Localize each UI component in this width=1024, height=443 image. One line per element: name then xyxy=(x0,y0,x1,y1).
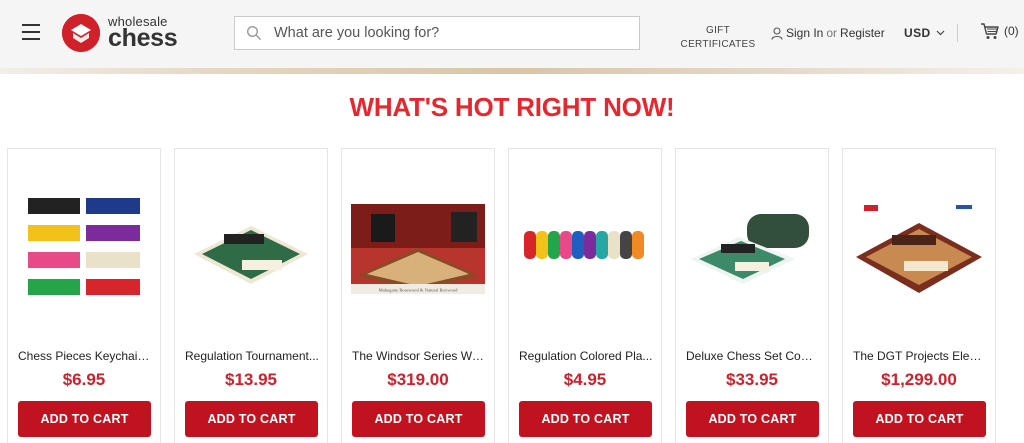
product-name[interactable]: Regulation Tournament... xyxy=(185,349,319,363)
currency-selector[interactable]: USD xyxy=(904,26,945,40)
logo-text-big: chess xyxy=(108,24,178,52)
product-price: $4.95 xyxy=(563,370,607,389)
add-to-cart-button[interactable]: ADD TO CART xyxy=(686,401,819,437)
product-name[interactable]: Deluxe Chess Set Com... xyxy=(686,349,820,363)
header-divider xyxy=(957,24,958,42)
logo-mark-icon xyxy=(62,14,100,52)
product-price: $13.95 xyxy=(225,370,277,389)
product-price: $1,299.00 xyxy=(881,370,957,389)
search-icon[interactable] xyxy=(246,25,262,41)
product-image-colored-pieces[interactable] xyxy=(518,179,652,319)
site-logo[interactable]: wholesale chess xyxy=(62,12,178,54)
product-card[interactable]: Mahogany Rosewood & Natural Boxwood The … xyxy=(341,148,495,443)
add-to-cart-button[interactable]: ADD TO CART xyxy=(185,401,318,437)
or-text: or xyxy=(826,26,838,40)
section-heading: WHAT'S HOT RIGHT NOW! xyxy=(349,92,675,122)
add-to-cart-button[interactable]: ADD TO CART xyxy=(519,401,652,437)
cart-button[interactable]: (0) xyxy=(980,22,1019,40)
user-icon xyxy=(771,26,783,40)
add-to-cart-button[interactable]: ADD TO CART xyxy=(352,401,485,437)
search-input[interactable] xyxy=(274,25,614,41)
add-to-cart-button[interactable]: ADD TO CART xyxy=(18,401,151,437)
banner-strip xyxy=(0,68,1024,74)
site-header: wholesale chess GIFT CERTIFICATES Sign I… xyxy=(0,0,1024,68)
product-price: $33.95 xyxy=(726,370,778,389)
menu-icon[interactable] xyxy=(22,24,40,40)
product-image-keychain[interactable] xyxy=(17,179,151,319)
chevron-down-icon xyxy=(936,30,944,36)
search-bar xyxy=(234,16,640,50)
product-card[interactable]: Regulation Colored Pla... $4.95 ADD TO C… xyxy=(508,148,662,443)
product-image-dgt-board[interactable] xyxy=(852,179,986,319)
cart-icon xyxy=(981,23,999,39)
product-name[interactable]: Chess Pieces Keychain... xyxy=(18,349,152,363)
product-image-tournament-set[interactable] xyxy=(184,179,318,319)
cart-count: (0) xyxy=(1004,24,1019,38)
account-links: Sign In or Register xyxy=(771,26,885,40)
product-name[interactable]: Regulation Colored Pla... xyxy=(519,349,653,363)
product-image-deluxe-combo[interactable] xyxy=(685,179,819,319)
product-card[interactable]: Chess Pieces Keychain... $6.95 ADD TO CA… xyxy=(7,148,161,443)
product-name[interactable]: The Windsor Series Wo... xyxy=(352,349,486,363)
product-price: $319.00 xyxy=(387,370,449,389)
product-image-windsor-set[interactable]: Mahogany Rosewood & Natural Boxwood xyxy=(351,179,485,319)
product-card[interactable]: Regulation Tournament... $13.95 ADD TO C… xyxy=(174,148,328,443)
register-link[interactable]: Register xyxy=(840,26,885,40)
product-price: $6.95 xyxy=(62,370,106,389)
add-to-cart-button[interactable]: ADD TO CART xyxy=(853,401,986,437)
sign-in-link[interactable]: Sign In xyxy=(786,26,823,40)
product-name[interactable]: The DGT Projects Elect... xyxy=(853,349,987,363)
gift-certificates-link[interactable]: GIFT CERTIFICATES xyxy=(678,24,758,52)
image-caption: Mahogany Rosewood & Natural Boxwood xyxy=(379,288,459,293)
currency-label: USD xyxy=(904,26,931,40)
product-card[interactable]: The DGT Projects Elect... $1,299.00 ADD … xyxy=(842,148,996,443)
gift-line1: GIFT xyxy=(706,25,730,36)
gift-line2: CERTIFICATES xyxy=(680,39,756,50)
product-card[interactable]: Deluxe Chess Set Com... $33.95 ADD TO CA… xyxy=(675,148,829,443)
